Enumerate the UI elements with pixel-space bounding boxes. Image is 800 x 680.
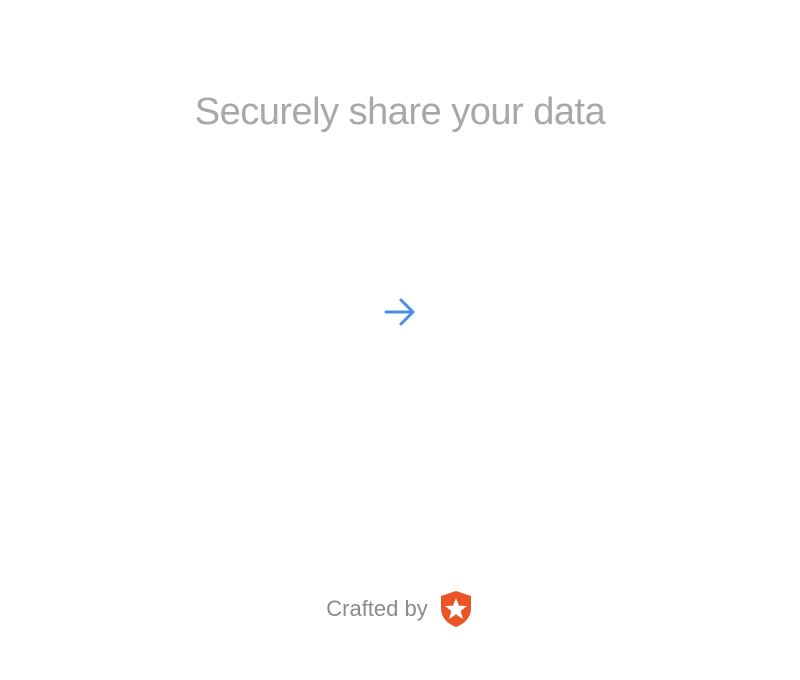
next-button[interactable] (380, 292, 420, 332)
footer: Crafted by (0, 590, 800, 628)
page-title: Securely share your data (194, 91, 606, 133)
arrow-right-icon (384, 298, 415, 326)
shield-star-logo[interactable] (438, 590, 474, 628)
crafted-by-text: Crafted by (326, 596, 428, 621)
